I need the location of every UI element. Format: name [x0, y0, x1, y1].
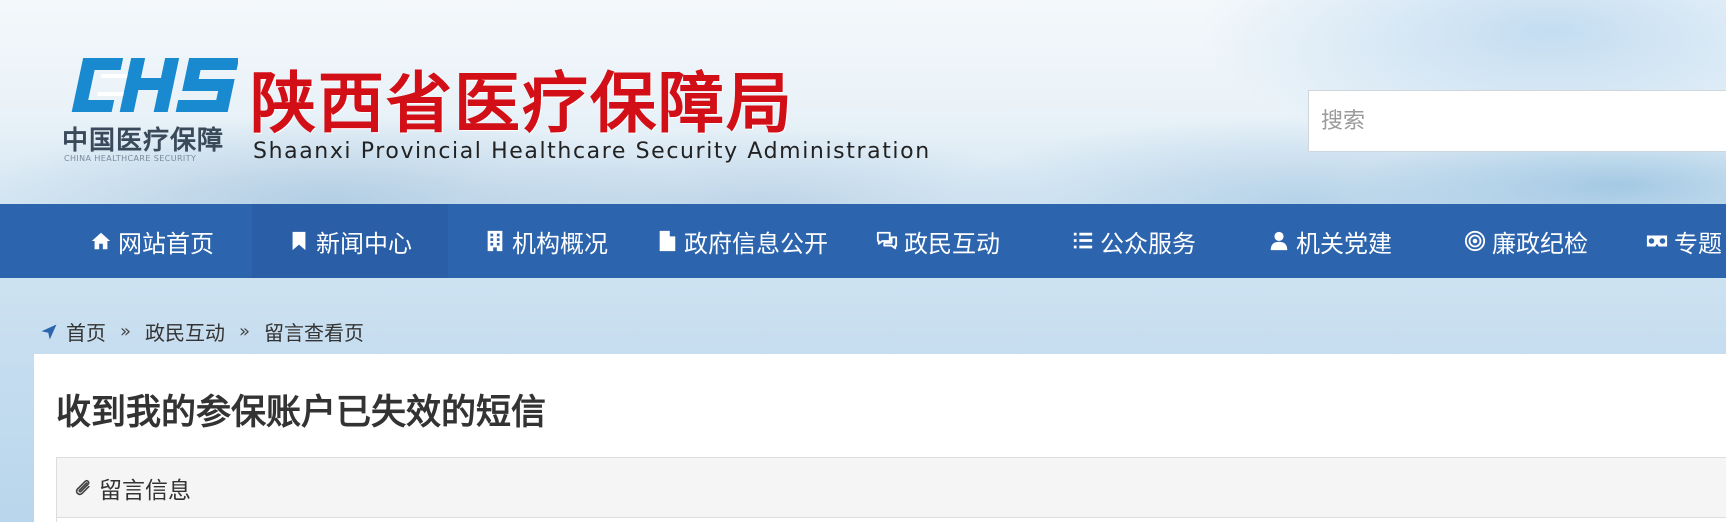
nav-item-label: 专题: [1674, 229, 1722, 258]
logo-english-text: CHINA HEALTHCARE SECURITY: [64, 154, 197, 163]
breadcrumb-current-page: 留言查看页: [264, 320, 365, 345]
nav-item-gov-info[interactable]: 政府信息公开: [644, 204, 840, 278]
target-icon: [1464, 230, 1486, 252]
nav-item-public-service[interactable]: 公众服务: [1036, 204, 1232, 278]
breadcrumb-separator: »: [120, 320, 132, 342]
page-title: 收到我的参保账户已失效的短信: [56, 393, 547, 433]
search-input[interactable]: [1321, 108, 1726, 134]
nav-item-label: 政府信息公开: [684, 229, 828, 258]
nav-item-discipline[interactable]: 廉政纪检: [1428, 204, 1624, 278]
nav-item-party[interactable]: 机关党建: [1232, 204, 1428, 278]
site-subtitle: Shaanxi Provincial Healthcare Security A…: [253, 139, 931, 164]
glasses-icon: [1646, 230, 1668, 252]
logo-chinese-text: 中国医疗保障: [62, 126, 225, 156]
nav-item-label: 政民互动: [904, 229, 1000, 258]
breadcrumb: 首页 » 政民互动 » 留言查看页: [40, 316, 364, 346]
building-icon: [484, 230, 506, 252]
nav-item-topics[interactable]: 专题: [1624, 204, 1726, 278]
breadcrumb-link-home[interactable]: 首页: [66, 317, 106, 346]
home-icon: [90, 230, 112, 252]
location-arrow-icon: [40, 322, 58, 340]
nav-item-news[interactable]: 新闻中心: [252, 204, 448, 278]
site-title: 陕西省医疗保障局: [250, 64, 794, 142]
site-header: 中国医疗保障 CHINA HEALTHCARE SECURITY 陕西省医疗保障…: [0, 0, 1726, 204]
chs-logo[interactable]: [62, 54, 240, 116]
breadcrumb-separator: »: [239, 320, 251, 342]
nav-item-organization[interactable]: 机构概况: [448, 204, 644, 278]
bookmark-icon: [288, 230, 310, 252]
user-icon: [1268, 230, 1290, 252]
panel-heading-label: 留言信息: [99, 477, 191, 504]
document-icon: [656, 230, 678, 252]
nav-item-interaction[interactable]: 政民互动: [840, 204, 1036, 278]
nav-item-label: 机构概况: [512, 229, 608, 258]
list-icon: [1072, 230, 1094, 252]
chat-bubbles-icon: [876, 230, 898, 252]
nav-item-label: 新闻中心: [316, 229, 412, 258]
nav-item-label: 公众服务: [1100, 229, 1196, 258]
nav-item-label: 机关党建: [1296, 229, 1392, 258]
nav-item-label: 网站首页: [118, 229, 214, 258]
nav-item-home[interactable]: 网站首页: [52, 204, 252, 278]
paperclip-icon: [73, 478, 93, 498]
breadcrumb-link-interaction[interactable]: 政民互动: [145, 317, 225, 346]
nav-item-label: 廉政纪检: [1492, 229, 1588, 258]
search-box[interactable]: [1308, 90, 1726, 152]
main-nav: 网站首页 新闻中心 机构概况 政府信息公开 政民互动 公众服务 机关党建 廉政纪…: [0, 204, 1726, 278]
panel-heading: 留言信息: [57, 458, 1726, 518]
main-content: 收到我的参保账户已失效的短信 留言信息: [34, 354, 1726, 522]
message-info-panel: 留言信息: [56, 457, 1726, 522]
